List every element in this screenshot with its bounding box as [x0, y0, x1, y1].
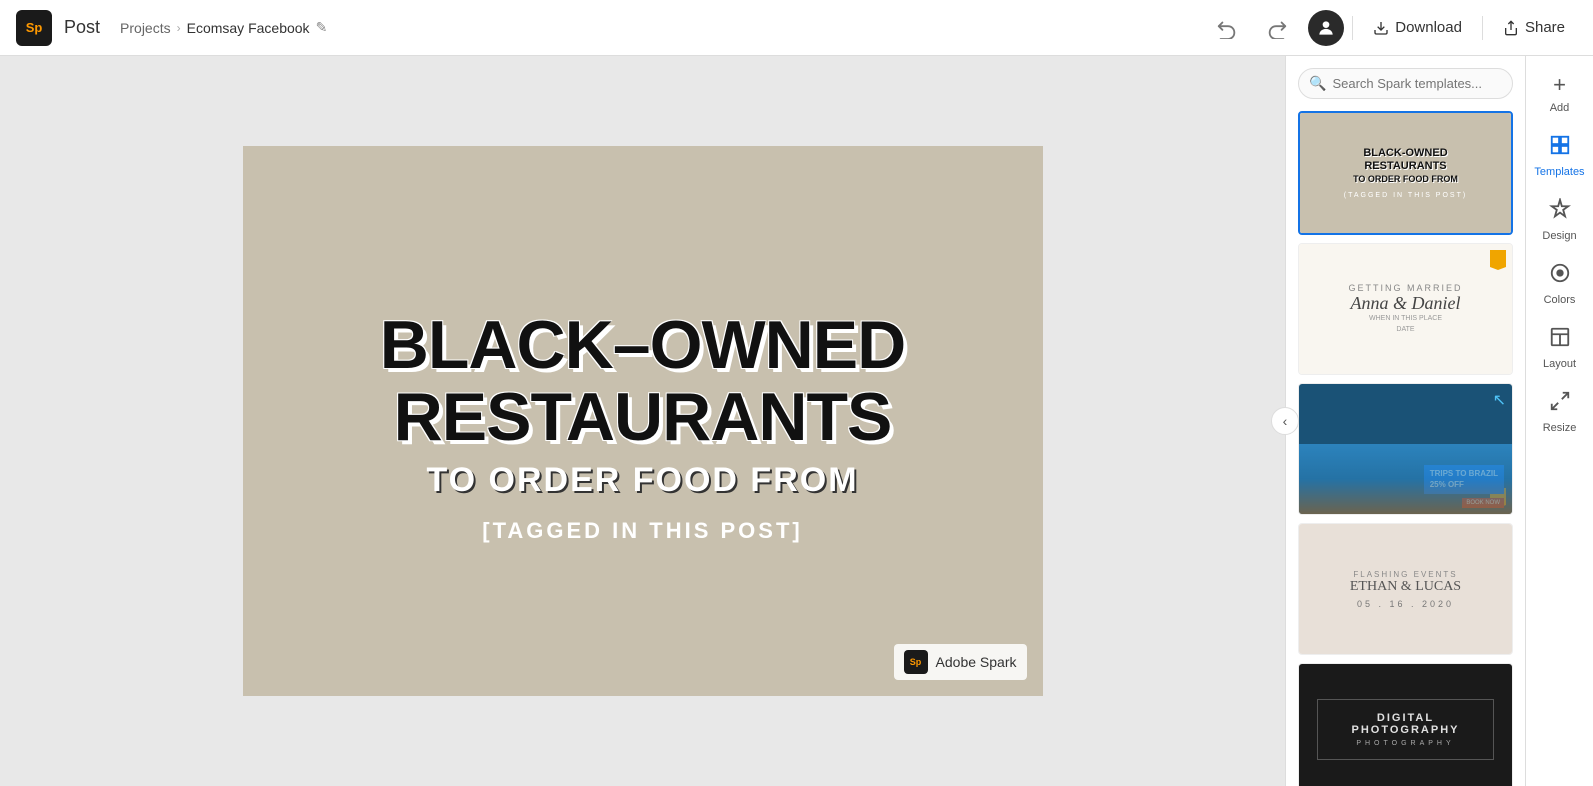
breadcrumb-root[interactable]: Projects: [120, 20, 171, 36]
search-input[interactable]: [1332, 76, 1502, 91]
t-headline-restaurants: BLACK-OWNEDRESTAURANTSTO ORDER FOOD FROM: [1353, 147, 1458, 187]
template-card-restaurants[interactable]: BLACK-OWNEDRESTAURANTSTO ORDER FOOD FROM…: [1298, 111, 1513, 235]
colors-icon: [1549, 262, 1571, 290]
bookmark-badge-wedding: [1490, 250, 1506, 270]
right-panel-container: ‹ 🔍 BLACK-OWNEDRESTAURANTSTO ORDER FOOD …: [1285, 56, 1593, 786]
sidebar-add-label: Add: [1550, 102, 1570, 114]
design-icon: [1549, 198, 1571, 226]
undo-redo-group: [1208, 13, 1296, 43]
app-header: Sp Post Projects › Ecomsay Facebook ✎ Do…: [0, 0, 1593, 56]
panel-collapse-button[interactable]: ‹: [1271, 407, 1299, 435]
download-label: Download: [1395, 19, 1462, 36]
t-wedding2-title: FLASHING EVENTS: [1353, 570, 1457, 579]
header-divider: [1352, 16, 1353, 40]
undo-button[interactable]: [1208, 13, 1246, 43]
template-preview-travel: ↖ TRIPS TO BRAZIL25% OFF BOOK NOW: [1299, 384, 1512, 514]
add-icon: +: [1553, 72, 1566, 98]
canvas-subtext: TO ORDER FOOD FROM: [380, 463, 905, 499]
canvas-watermark: Sp Adobe Spark: [894, 644, 1027, 680]
t-tag-restaurants: (TAGGED IN THIS POST): [1344, 192, 1467, 199]
header-divider2: [1482, 16, 1483, 40]
canvas-tag: [TAGGED IN THIS POST]: [380, 519, 905, 542]
sidebar-colors-label: Colors: [1544, 294, 1576, 306]
canvas[interactable]: BLACK–OWNED RESTAURANTS TO ORDER FOOD FR…: [243, 146, 1043, 696]
share-button[interactable]: Share: [1491, 13, 1577, 42]
watermark-text: Adobe Spark: [936, 654, 1017, 670]
app-name: Post: [64, 17, 100, 38]
t-wedding-names: Anna & Daniel: [1351, 293, 1461, 314]
template-card-travel[interactable]: ↖ TRIPS TO BRAZIL25% OFF BOOK NOW: [1298, 383, 1513, 515]
download-button[interactable]: Download: [1361, 13, 1474, 42]
templates-panel: 🔍 BLACK-OWNEDRESTAURANTSTO ORDER FOOD FR…: [1285, 56, 1525, 786]
t-wedding2-names: ETHAN & LUCAS: [1350, 579, 1461, 595]
resize-icon: [1549, 390, 1571, 418]
avatar[interactable]: [1308, 10, 1344, 46]
template-card-wedding[interactable]: GETTING MARRIED Anna & Daniel WHEN IN TH…: [1298, 243, 1513, 375]
sidebar-templates-label: Templates: [1534, 166, 1584, 178]
sidebar-item-resize[interactable]: Resize: [1530, 382, 1590, 442]
canvas-headline-line2: RESTAURANTS: [380, 382, 905, 453]
t-photography-title: DIGITALPHOTOGRAPHY: [1330, 712, 1481, 736]
t-wedding-detail: WHEN IN THIS PLACEDATE: [1369, 314, 1442, 335]
template-preview-restaurants: BLACK-OWNEDRESTAURANTSTO ORDER FOOD FROM…: [1300, 113, 1511, 233]
header-center-controls: [1208, 13, 1296, 43]
sidebar-icons: + Add Templates Design Colors: [1525, 56, 1593, 786]
canvas-headline-group: BLACK–OWNED RESTAURANTS TO ORDER FOOD FR…: [340, 290, 945, 552]
templates-icon: [1549, 134, 1571, 162]
edit-title-icon[interactable]: ✎: [316, 19, 328, 36]
template-card-wedding2[interactable]: FLASHING EVENTS ETHAN & LUCAS 05 . 16 . …: [1298, 523, 1513, 655]
canvas-area: BLACK–OWNED RESTAURANTS TO ORDER FOOD FR…: [0, 56, 1285, 786]
sidebar-item-colors[interactable]: Colors: [1530, 254, 1590, 314]
template-preview-wedding2: FLASHING EVENTS ETHAN & LUCAS 05 . 16 . …: [1299, 524, 1512, 654]
breadcrumb: Projects › Ecomsay Facebook ✎: [120, 19, 327, 36]
sidebar-item-design[interactable]: Design: [1530, 190, 1590, 250]
sidebar-resize-label: Resize: [1543, 422, 1577, 434]
travel-arrow-icon: ↖: [1493, 390, 1506, 410]
layout-icon: [1549, 326, 1571, 354]
search-icon: 🔍: [1309, 75, 1326, 92]
watermark-logo: Sp: [904, 650, 928, 674]
header-right-controls: Download Share: [1308, 10, 1577, 46]
app-logo: Sp: [16, 10, 52, 46]
search-bar: 🔍: [1298, 68, 1513, 99]
sidebar-design-label: Design: [1542, 230, 1576, 242]
breadcrumb-current: Ecomsay Facebook: [187, 20, 310, 36]
template-preview-wedding: GETTING MARRIED Anna & Daniel WHEN IN TH…: [1299, 244, 1512, 374]
sidebar-item-templates[interactable]: Templates: [1530, 126, 1590, 186]
share-label: Share: [1525, 19, 1565, 36]
sidebar-layout-label: Layout: [1543, 358, 1576, 370]
sidebar-item-add[interactable]: + Add: [1530, 64, 1590, 122]
redo-button[interactable]: [1258, 13, 1296, 43]
template-preview-photography: DIGITALPHOTOGRAPHY PHOTOGRAPHY: [1299, 664, 1512, 786]
breadcrumb-separator: ›: [177, 21, 181, 35]
main-content: BLACK–OWNED RESTAURANTS TO ORDER FOOD FR…: [0, 56, 1593, 786]
t-wedding-title: GETTING MARRIED: [1348, 283, 1462, 293]
sidebar-item-layout[interactable]: Layout: [1530, 318, 1590, 378]
t-wedding2-date: 05 . 16 . 2020: [1357, 599, 1454, 609]
canvas-headline-line1: BLACK–OWNED: [380, 310, 905, 381]
t-photography-sub: PHOTOGRAPHY: [1330, 740, 1481, 747]
template-card-photography[interactable]: DIGITALPHOTOGRAPHY PHOTOGRAPHY: [1298, 663, 1513, 786]
